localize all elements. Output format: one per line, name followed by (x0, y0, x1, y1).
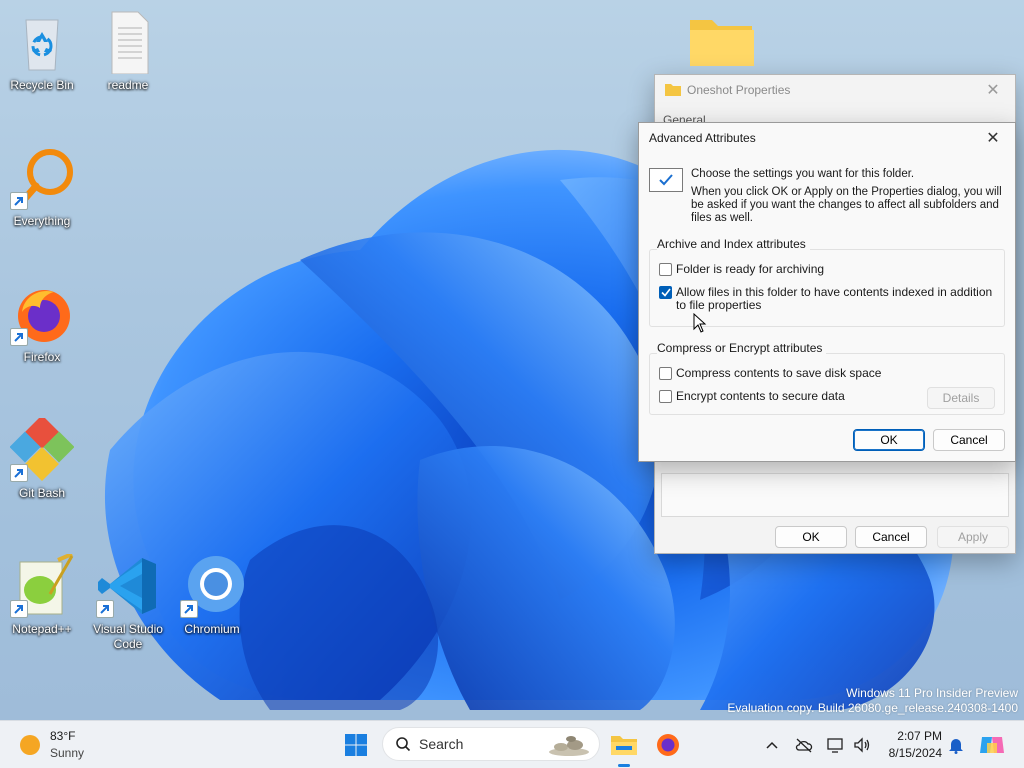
properties-title: Oneshot Properties (687, 83, 791, 97)
chevron-up-icon (766, 741, 778, 749)
notifications-button[interactable] (944, 729, 968, 761)
desktop-icon-git-bash[interactable]: Git Bash (0, 415, 84, 501)
monitor-icon (827, 738, 843, 753)
desktop-icon-label: Git Bash (18, 486, 66, 500)
compress-checkbox[interactable] (659, 367, 672, 380)
taskbar-search[interactable]: Search (382, 727, 600, 761)
shortcut-arrow-icon (10, 464, 28, 482)
chromium-icon (180, 554, 244, 618)
watermark-line-1: Windows 11 Pro Insider Preview (846, 686, 1018, 700)
desktop-icon-label: Recycle Bin (10, 78, 74, 92)
speaker-icon (854, 737, 870, 753)
build-watermark: Windows 11 Pro Insider Preview Evaluatio… (727, 686, 1018, 716)
compress-group-title: Compress or Encrypt attributes (657, 341, 827, 355)
index-checkbox[interactable] (659, 286, 672, 299)
advanced-ok-button[interactable]: OK (853, 429, 925, 451)
desktop-icon-label: Notepad++ (12, 622, 72, 636)
display-button[interactable] (822, 729, 850, 761)
archive-label: Folder is ready for archiving (676, 262, 825, 276)
archive-group-title: Archive and Index attributes (657, 237, 810, 251)
desktop-icon-label: Firefox (23, 350, 61, 364)
taskbar-firefox[interactable] (652, 729, 684, 761)
encrypt-label: Encrypt contents to secure data (676, 389, 845, 403)
desktop-icon-firefox[interactable]: Firefox (0, 282, 84, 365)
search-highlight-icon (549, 736, 589, 756)
windows-logo-icon (345, 734, 367, 756)
desktop-icon-label: Everything (13, 214, 71, 228)
properties-cancel-button[interactable]: Cancel (855, 526, 927, 548)
archive-checkbox-row[interactable]: Folder is ready for archiving (659, 263, 999, 276)
close-icon[interactable]: ✕ (981, 78, 1005, 102)
shortcut-arrow-icon (180, 600, 198, 618)
desktop-icon-chromium[interactable]: Chromium (170, 554, 254, 637)
folder-small-icon (665, 84, 681, 96)
encrypt-checkbox[interactable] (659, 390, 672, 403)
vscode-icon (96, 554, 160, 618)
advanced-attributes-dialog: Advanced Attributes ✕ Choose the setting… (638, 122, 1016, 462)
git-bash-icon (9, 415, 75, 482)
desktop-icon-readme[interactable]: readme (86, 10, 170, 93)
close-icon[interactable]: ✕ (981, 126, 1005, 150)
properties-ok-button[interactable]: OK (775, 526, 847, 548)
weather-temp[interactable]: 83°F (50, 729, 75, 743)
clock-date[interactable]: 8/15/2024 (878, 746, 942, 760)
desktop-icon-label: readme (107, 78, 149, 92)
weather-sun-icon[interactable] (18, 733, 42, 757)
weather-condition[interactable]: Sunny (50, 746, 84, 760)
shortcut-arrow-icon (10, 328, 28, 346)
dialog-title: Advanced Attributes (649, 131, 756, 145)
desktop-icon-recycle-bin[interactable]: Recycle Bin (0, 10, 84, 93)
index-checkbox-row[interactable]: Allow files in this folder to have conte… (659, 286, 999, 312)
cloud-offline-icon (795, 738, 813, 753)
archive-checkbox[interactable] (659, 263, 672, 276)
recycle-bin-icon (10, 10, 74, 74)
search-placeholder: Search (419, 736, 464, 752)
checkmark-icon (649, 168, 683, 192)
search-icon (396, 737, 411, 752)
bell-icon (949, 739, 963, 754)
compress-label: Compress contents to save disk space (676, 366, 882, 380)
properties-title-bar[interactable]: Oneshot Properties ✕ (655, 75, 1015, 105)
network-status-button[interactable] (790, 729, 818, 761)
taskbar: 83°F Sunny Search 2:07 PM 8/15/2024 (0, 720, 1024, 768)
advanced-title-bar[interactable]: Advanced Attributes ✕ (639, 123, 1015, 153)
copilot-icon (980, 737, 1004, 753)
compress-checkbox-row[interactable]: Compress contents to save disk space (659, 367, 919, 380)
desktop-icon-label: Visual Studio Code (93, 622, 163, 651)
intro-line-2: When you click OK or Apply on the Proper… (691, 186, 1002, 224)
index-label: Allow files in this folder to have conte… (676, 285, 993, 312)
desktop-icon-vscode[interactable]: Visual Studio Code (86, 554, 170, 652)
details-button[interactable]: Details (927, 387, 995, 409)
shortcut-arrow-icon (10, 600, 28, 618)
desktop-icon-label: Chromium (184, 622, 240, 636)
folder-icon (611, 736, 637, 755)
folder-icon[interactable] (688, 14, 756, 70)
shortcut-arrow-icon (96, 600, 114, 618)
encrypt-checkbox-row[interactable]: Encrypt contents to secure data (659, 390, 919, 403)
firefox-icon (657, 734, 679, 756)
start-button[interactable] (340, 729, 372, 761)
watermark-line-2: Evaluation copy. Build 26080.ge_release.… (727, 701, 1018, 715)
show-hidden-icons-button[interactable] (758, 729, 786, 761)
text-document-icon (96, 10, 160, 75)
properties-apply-button[interactable]: Apply (937, 526, 1009, 548)
copilot-button[interactable] (976, 729, 1008, 761)
mouse-cursor-icon (693, 313, 707, 333)
intro-text: Choose the settings you want for this fo… (691, 168, 1003, 225)
magnifier-icon (10, 146, 74, 210)
desktop-icon-everything[interactable]: Everything (0, 146, 84, 229)
intro-line-1: Choose the settings you want for this fo… (691, 168, 915, 180)
active-indicator (618, 764, 630, 767)
shortcut-arrow-icon (10, 192, 28, 210)
volume-button[interactable] (848, 729, 876, 761)
clock-time[interactable]: 2:07 PM (878, 729, 942, 743)
notepad-plus-plus-icon (10, 552, 74, 618)
advanced-cancel-button[interactable]: Cancel (933, 429, 1005, 451)
desktop-icon-notepad-plus-plus[interactable]: Notepad++ (0, 552, 84, 637)
properties-content-panel (661, 473, 1009, 517)
firefox-icon (10, 282, 74, 346)
taskbar-file-explorer[interactable] (608, 729, 640, 767)
